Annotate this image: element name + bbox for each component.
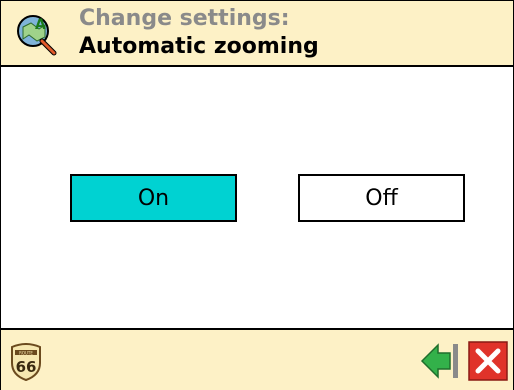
window: A Change settings: Automatic zooming On … (0, 0, 514, 390)
title-line-2: Automatic zooming (79, 34, 319, 59)
close-icon[interactable] (468, 340, 508, 382)
title-line-1: Change settings: (79, 6, 290, 31)
back-arrow-icon[interactable] (420, 340, 460, 382)
footer-bar: ROUTE 66 (1, 328, 513, 390)
svg-text:A: A (35, 17, 46, 33)
header-bar: A Change settings: Automatic zooming (1, 1, 513, 67)
on-button-label: On (137, 185, 170, 211)
settings-map-magnifier-icon: A (17, 15, 57, 56)
options-panel: On Off (1, 67, 513, 328)
on-button[interactable]: On (70, 174, 237, 222)
route-badge-top-text: ROUTE (19, 350, 33, 355)
off-button-label: Off (365, 185, 398, 211)
route-badge-number: 66 (16, 358, 37, 376)
route-66-icon[interactable]: ROUTE 66 (9, 343, 43, 381)
off-button[interactable]: Off (298, 174, 465, 222)
